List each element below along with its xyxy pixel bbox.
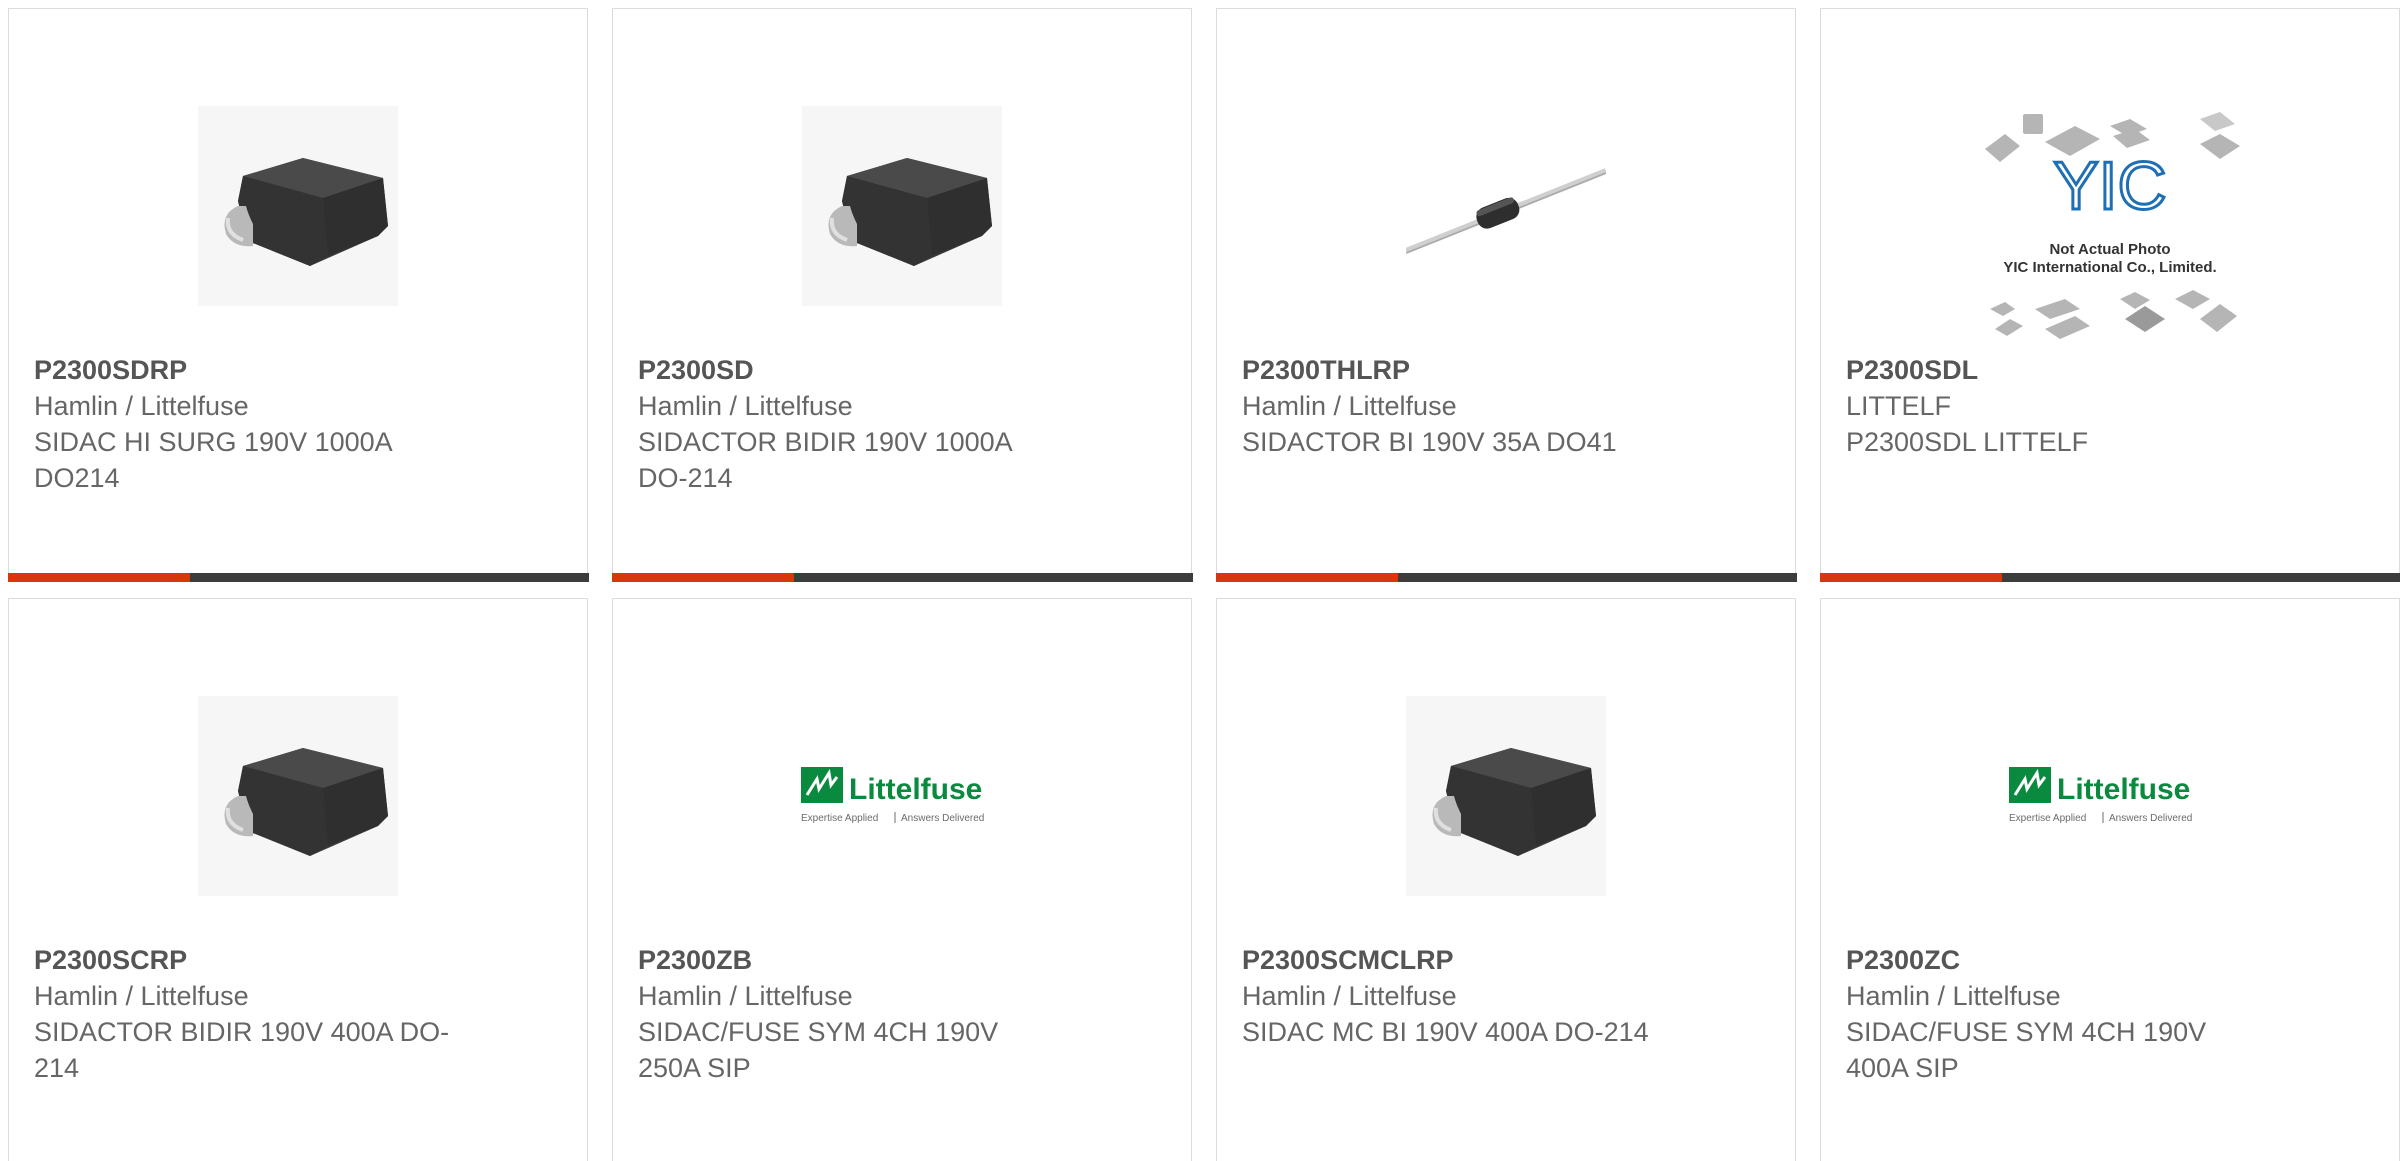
manufacturer: Hamlin / Littelfuse — [638, 981, 853, 1011]
product-info: P2300SD Hamlin / Littelfuse SIDACTOR BID… — [638, 352, 1058, 496]
product-image[interactable]: Littelfuse Expertise Applied Answers Del… — [1821, 651, 2399, 941]
product-card[interactable]: P2300SDRP Hamlin / Littelfuse SIDAC HI S… — [7, 8, 589, 582]
description: SIDAC MC BI 190V 400A DO-214 — [1242, 1017, 1649, 1047]
product-info: P2300ZC Hamlin / Littelfuse SIDAC/FUSE S… — [1846, 942, 2266, 1086]
description: P2300SDL LITTELF — [1846, 427, 2089, 457]
product-image[interactable] — [9, 61, 587, 351]
description: SIDACTOR BI 190V 35A DO41 — [1242, 427, 1617, 457]
product-image[interactable] — [1217, 61, 1795, 351]
product-card[interactable]: P2300THLRP Hamlin / Littelfuse SIDACTOR … — [1215, 8, 1797, 582]
card-bottom-bar — [611, 572, 1193, 582]
axial-diode-icon — [1406, 106, 1606, 306]
product-info: P2300ZB Hamlin / Littelfuse SIDAC/FUSE S… — [638, 942, 1058, 1086]
card-bar-accent — [7, 572, 190, 582]
manufacturer: Hamlin / Littelfuse — [1242, 981, 1457, 1011]
manufacturer: Hamlin / Littelfuse — [34, 981, 249, 1011]
product-info: P2300SDL LITTELF P2300SDL LITTELF — [1846, 352, 2266, 460]
part-number[interactable]: P2300SCRP — [34, 942, 454, 978]
product-card[interactable]: P2300SCRP Hamlin / Littelfuse SIDACTOR B… — [8, 598, 588, 1161]
description: SIDACTOR BIDIR 190V 400A DO-214 — [34, 1017, 450, 1083]
product-card[interactable]: Littelfuse Expertise Applied Answers Del… — [1820, 598, 2400, 1161]
card-bottom-bar — [1819, 572, 2400, 582]
part-number[interactable]: P2300ZC — [1846, 942, 2266, 978]
card-bar-accent — [611, 572, 794, 582]
yic-logo-text: YIC — [2053, 148, 2166, 224]
littelfuse-logo: Littelfuse Expertise Applied Answers Del… — [2009, 767, 2192, 824]
product-info: P2300SCRP Hamlin / Littelfuse SIDACTOR B… — [34, 942, 454, 1086]
description: SIDACTOR BIDIR 190V 1000A DO-214 — [638, 427, 1012, 493]
part-number[interactable]: P2300SCMCLRP — [1242, 942, 1662, 978]
card-bar-accent — [1215, 572, 1398, 582]
part-number[interactable]: P2300ZB — [638, 942, 1058, 978]
product-image[interactable] — [1217, 651, 1795, 941]
yic-company-text: YIC International Co., Limited. — [2003, 259, 2216, 276]
product-image[interactable]: Littelfuse Expertise Applied Answers Del… — [613, 651, 1191, 941]
smd-package-icon — [198, 106, 398, 306]
card-bottom-bar — [1215, 572, 1797, 582]
manufacturer: LITTELF — [1846, 391, 1952, 421]
product-card[interactable]: P2300SCMCLRP Hamlin / Littelfuse SIDAC M… — [1216, 598, 1796, 1161]
littelfuse-logo-text: Littelfuse — [849, 773, 982, 806]
product-grid: P2300SDRP Hamlin / Littelfuse SIDAC HI S… — [0, 0, 2400, 1161]
part-number[interactable]: P2300SDL — [1846, 352, 2266, 388]
smd-package-icon — [1406, 696, 1606, 896]
yic-placeholder-image: YIC Not Actual Photo YIC International C… — [1985, 112, 2240, 339]
littelfuse-logo: Littelfuse Expertise Applied Answers Del… — [801, 767, 984, 824]
card-bottom-bar — [7, 572, 589, 582]
product-card[interactable]: YIC Not Actual Photo YIC International C… — [1819, 8, 2400, 582]
logo-tagline-left: Expertise Applied — [801, 813, 878, 824]
smd-package-icon — [198, 696, 398, 896]
manufacturer: Hamlin / Littelfuse — [1846, 981, 2061, 1011]
product-image[interactable] — [9, 651, 587, 941]
card-bar-accent — [1819, 572, 2002, 582]
manufacturer: Hamlin / Littelfuse — [638, 391, 853, 421]
manufacturer: Hamlin / Littelfuse — [34, 391, 249, 421]
logo-tagline-left: Expertise Applied — [2009, 813, 2086, 824]
part-number[interactable]: P2300SD — [638, 352, 1058, 388]
product-card[interactable]: Littelfuse Expertise Applied Answers Del… — [612, 598, 1192, 1161]
product-card[interactable]: P2300SD Hamlin / Littelfuse SIDACTOR BID… — [611, 8, 1193, 582]
product-image[interactable] — [613, 61, 1191, 351]
logo-tagline-right: Answers Delivered — [2109, 813, 2192, 824]
logo-tagline-right: Answers Delivered — [901, 813, 984, 824]
description: SIDAC HI SURG 190V 1000A DO214 — [34, 427, 392, 493]
manufacturer: Hamlin / Littelfuse — [1242, 391, 1457, 421]
product-info: P2300THLRP Hamlin / Littelfuse SIDACTOR … — [1242, 352, 1662, 460]
product-info: P2300SDRP Hamlin / Littelfuse SIDAC HI S… — [34, 352, 454, 496]
part-number[interactable]: P2300THLRP — [1242, 352, 1662, 388]
description: SIDAC/FUSE SYM 4CH 190V 400A SIP — [1846, 1017, 2207, 1083]
product-image[interactable]: YIC Not Actual Photo YIC International C… — [1821, 99, 2399, 349]
not-actual-photo-text: Not Actual Photo — [2049, 241, 2170, 258]
littelfuse-logo-text: Littelfuse — [2057, 773, 2190, 806]
part-number[interactable]: P2300SDRP — [34, 352, 454, 388]
description: SIDAC/FUSE SYM 4CH 190V 250A SIP — [638, 1017, 999, 1083]
product-info: P2300SCMCLRP Hamlin / Littelfuse SIDAC M… — [1242, 942, 1662, 1050]
smd-package-icon — [802, 106, 1002, 306]
